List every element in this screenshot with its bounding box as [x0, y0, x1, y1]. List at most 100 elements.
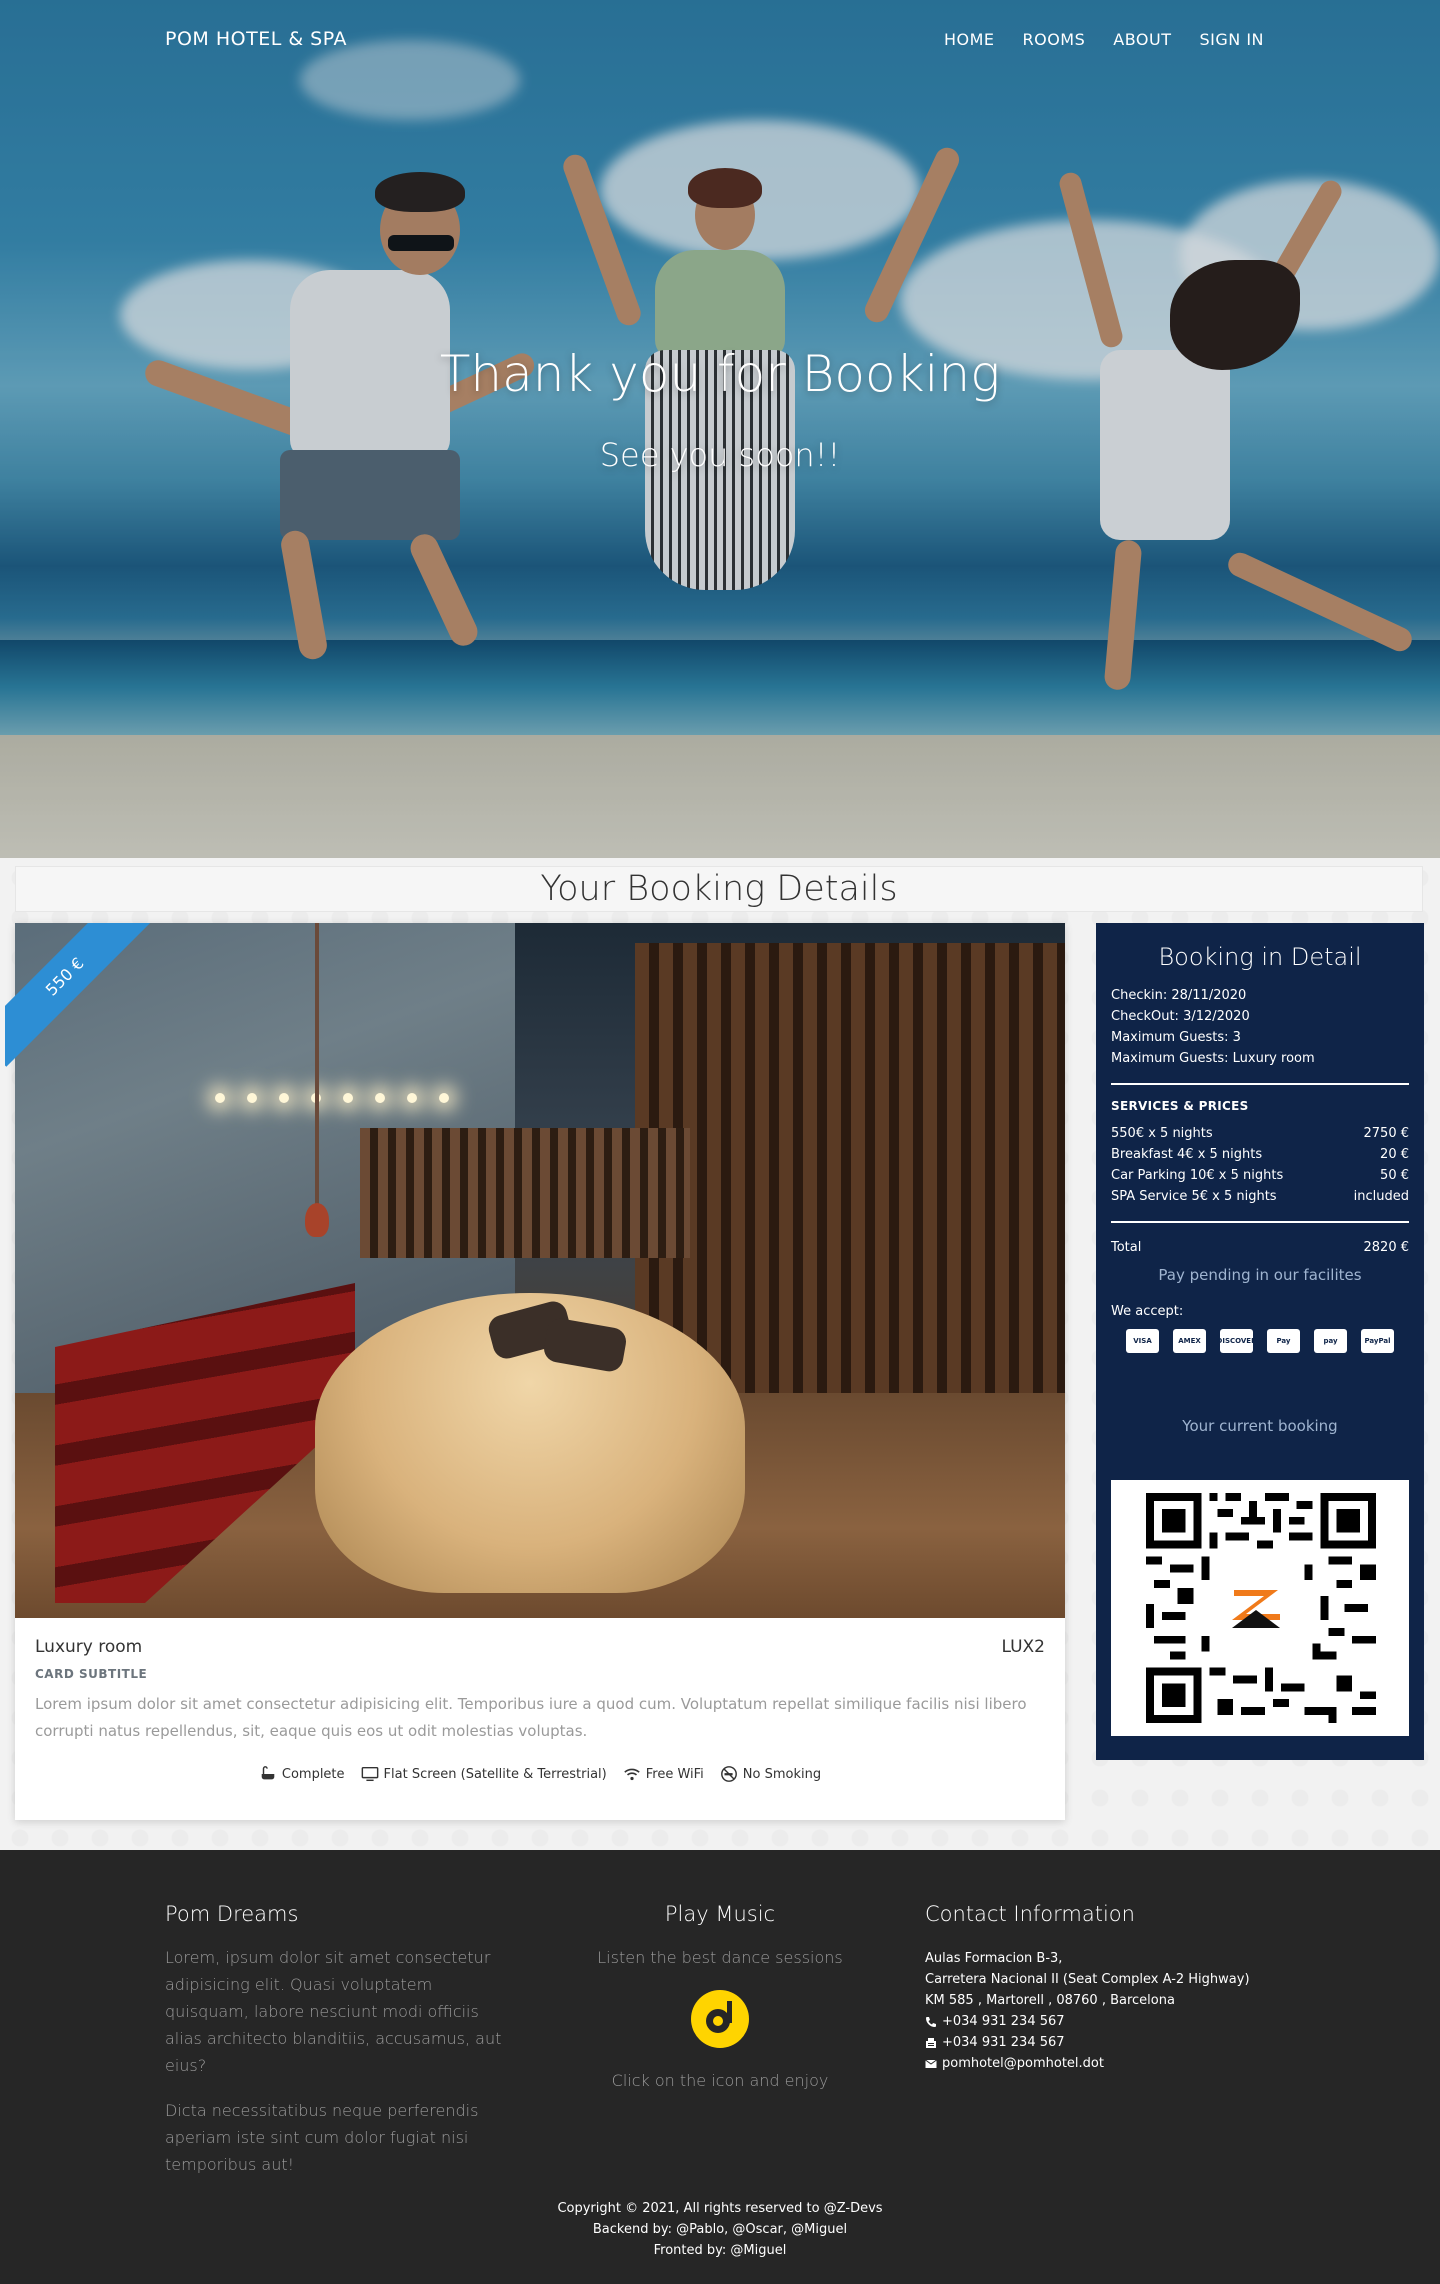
current-booking-label: Your current booking: [1182, 1417, 1338, 1435]
amenity-label: Flat Screen (Satellite & Terrestrial): [383, 1766, 607, 1782]
apple-pay-icon: Pay: [1267, 1329, 1300, 1353]
divider: [1111, 1083, 1409, 1085]
footer-music: Play Music Listen the best dance session…: [570, 1902, 870, 2094]
nav-home[interactable]: HOME: [944, 30, 995, 49]
room-code: LUX2: [1001, 1637, 1045, 1657]
fax-line: +034 931 234 567: [925, 2032, 1285, 2053]
nav-rooms[interactable]: ROOMS: [1023, 30, 1086, 49]
checkout: CheckOut: 3/12/2020: [1111, 1009, 1250, 1024]
email-line: pomhotel@pomhotel.dot: [925, 2053, 1285, 2074]
accept-label: We accept:: [1111, 1304, 1184, 1319]
service-row: Breakfast 4€ x 5 nights 20 €: [1111, 1144, 1409, 1165]
service-row: 550€ x 5 nights 2750 €: [1111, 1123, 1409, 1144]
fax-number: +034 931 234 567: [942, 2035, 1065, 2050]
amenity-wifi: Free WiFi: [623, 1765, 704, 1783]
divider: [1111, 1221, 1409, 1223]
booking-detail-panel: Booking in Detail Checkin: 28/11/2020 Ch…: [1096, 923, 1424, 1760]
hero-title: Thank you for Booking: [439, 345, 1001, 403]
copyright-block: Copyright © 2021, All rights reserved to…: [0, 2198, 1440, 2261]
email-address[interactable]: pomhotel@pomhotel.dot: [942, 2053, 1104, 2074]
room-name: Luxury room: [35, 1637, 143, 1657]
footer-contact: Contact Information Aulas Formacion B-3,…: [925, 1902, 1285, 2074]
service-label: SPA Service 5€ x 5 nights: [1111, 1189, 1277, 1204]
amex-icon: AMEX: [1173, 1329, 1206, 1353]
price-ribbon: 550 €: [5, 923, 155, 1067]
envelope-icon: [925, 2059, 937, 2068]
service-price: 2750 €: [1363, 1126, 1410, 1141]
tv-icon: [361, 1766, 378, 1782]
service-price: 20 €: [1380, 1147, 1409, 1162]
service-price: 50 €: [1380, 1168, 1409, 1183]
booking-info: Checkin: 28/11/2020 CheckOut: 3/12/2020 …: [1111, 985, 1409, 1069]
service-label: Car Parking 10€ x 5 nights: [1111, 1168, 1284, 1183]
room-photo: [15, 923, 1065, 1618]
services-list: 550€ x 5 nights 2750 € Breakfast 4€ x 5 n…: [1096, 1123, 1424, 1207]
footer-about-text-1: Lorem, ipsum dolor sit amet consectetur …: [165, 1948, 502, 2075]
bath-icon: [261, 1766, 275, 1780]
checkin: Checkin: 28/11/2020: [1111, 988, 1247, 1003]
service-row: SPA Service 5€ x 5 nights included: [1111, 1186, 1409, 1207]
fax-icon: [926, 2037, 936, 2048]
amazon-pay-icon: pay: [1314, 1329, 1347, 1353]
amenity-label: Complete: [281, 1766, 345, 1782]
qr-code-box: [1111, 1480, 1409, 1736]
card-subtitle: CARD SUBTITLE: [35, 1667, 148, 1681]
service-label: 550€ x 5 nights: [1111, 1126, 1213, 1141]
footer: Pom Dreams Lorem, ipsum dolor sit amet c…: [0, 1850, 1440, 2284]
address-line: Carretera Nacional II (Seat Complex A-2 …: [925, 1972, 1250, 1987]
music-play-icon[interactable]: [690, 1989, 750, 2049]
footer-music-title: Play Music: [664, 1902, 776, 1926]
amenities-list: Complete Flat Screen (Satellite & Terres…: [35, 1765, 1045, 1783]
footer-contact-title: Contact Information: [925, 1902, 1135, 1926]
contact-details: Aulas Formacion B-3, Carretera Nacional …: [925, 1948, 1285, 2074]
footer-about-title: Pom Dreams: [165, 1902, 299, 1926]
amenity-bath: Complete: [259, 1765, 345, 1783]
brand-mark-icon: [1216, 1570, 1296, 1650]
footer-about-text-2: Dicta necessitatibus neque perferendis a…: [165, 2101, 479, 2174]
service-row: Car Parking 10€ x 5 nights 50 €: [1111, 1165, 1409, 1186]
services-heading: SERVICES & PRICES: [1111, 1099, 1249, 1113]
total-label: Total: [1111, 1240, 1142, 1255]
amenity-tv: Flat Screen (Satellite & Terrestrial): [361, 1765, 607, 1783]
top-navbar: POM HOTEL & SPA HOME ROOMS ABOUT SIGN IN: [0, 0, 1440, 82]
phone-line: +034 931 234 567: [925, 2011, 1285, 2032]
footer-about: Pom Dreams Lorem, ipsum dolor sit amet c…: [165, 1902, 510, 2178]
max-guests: Maximum Guests: 3: [1111, 1030, 1241, 1045]
frontend-credits: Fronted by: @Miguel: [653, 2243, 787, 2258]
detail-title: Booking in Detail: [1158, 943, 1362, 971]
backend-credits: Backend by: @Pablo, @Oscar, @Miguel: [592, 2222, 848, 2237]
paypal-icon: PayPal: [1361, 1329, 1394, 1353]
visa-icon: VISA: [1126, 1329, 1159, 1353]
total-row: Total 2820 €: [1111, 1237, 1409, 1258]
service-price: included: [1353, 1189, 1409, 1204]
amenity-label: No Smoking: [742, 1766, 822, 1782]
section-title: Your Booking Details: [15, 866, 1423, 912]
wifi-icon: [624, 1768, 640, 1781]
payment-methods: VISA AMEX DISCOVER Pay pay PayPal: [1096, 1329, 1424, 1353]
amenity-no-smoking: No Smoking: [720, 1765, 821, 1783]
nav-sign-in[interactable]: SIGN IN: [1199, 30, 1264, 49]
nav-about[interactable]: ABOUT: [1113, 30, 1171, 49]
nav-links: HOME ROOMS ABOUT SIGN IN: [944, 30, 1264, 49]
footer-music-text: Listen the best dance sessions: [597, 1948, 843, 1967]
amenity-label: Free WiFi: [645, 1766, 704, 1782]
footer-music-cta: Click on the icon and enjoy: [611, 2071, 829, 2090]
price-ribbon-wrap: 550 €: [5, 923, 155, 1073]
room-card-body: Luxury room LUX2 CARD SUBTITLE Lorem ips…: [35, 1637, 1045, 1783]
phone-icon: [926, 2016, 936, 2027]
hero-banner: POM HOTEL & SPA HOME ROOMS ABOUT SIGN IN…: [0, 0, 1440, 858]
brand-logo[interactable]: POM HOTEL & SPA: [165, 28, 347, 50]
copyright-text: Copyright © 2021, All rights reserved to…: [557, 2201, 883, 2216]
discover-icon: DISCOVER: [1217, 1329, 1256, 1353]
room-card: Luxury room LUX2 CARD SUBTITLE Lorem ips…: [15, 923, 1065, 1820]
room-description: Lorem ipsum dolor sit amet consectetur a…: [35, 1695, 1027, 1740]
payment-status: Pay pending in our facilites: [1158, 1266, 1362, 1284]
service-label: Breakfast 4€ x 5 nights: [1111, 1147, 1263, 1162]
hero-subtitle: See you soon!!: [599, 436, 841, 474]
address-line: Aulas Formacion B-3,: [925, 1951, 1063, 1966]
no-smoking-icon: [720, 1766, 737, 1782]
address-line: KM 585 , Martorell , 08760 , Barcelona: [925, 1993, 1175, 2008]
total-value: 2820 €: [1363, 1240, 1410, 1255]
phone-number[interactable]: +034 931 234 567: [942, 2011, 1065, 2032]
room-type: Maximum Guests: Luxury room: [1111, 1051, 1315, 1066]
